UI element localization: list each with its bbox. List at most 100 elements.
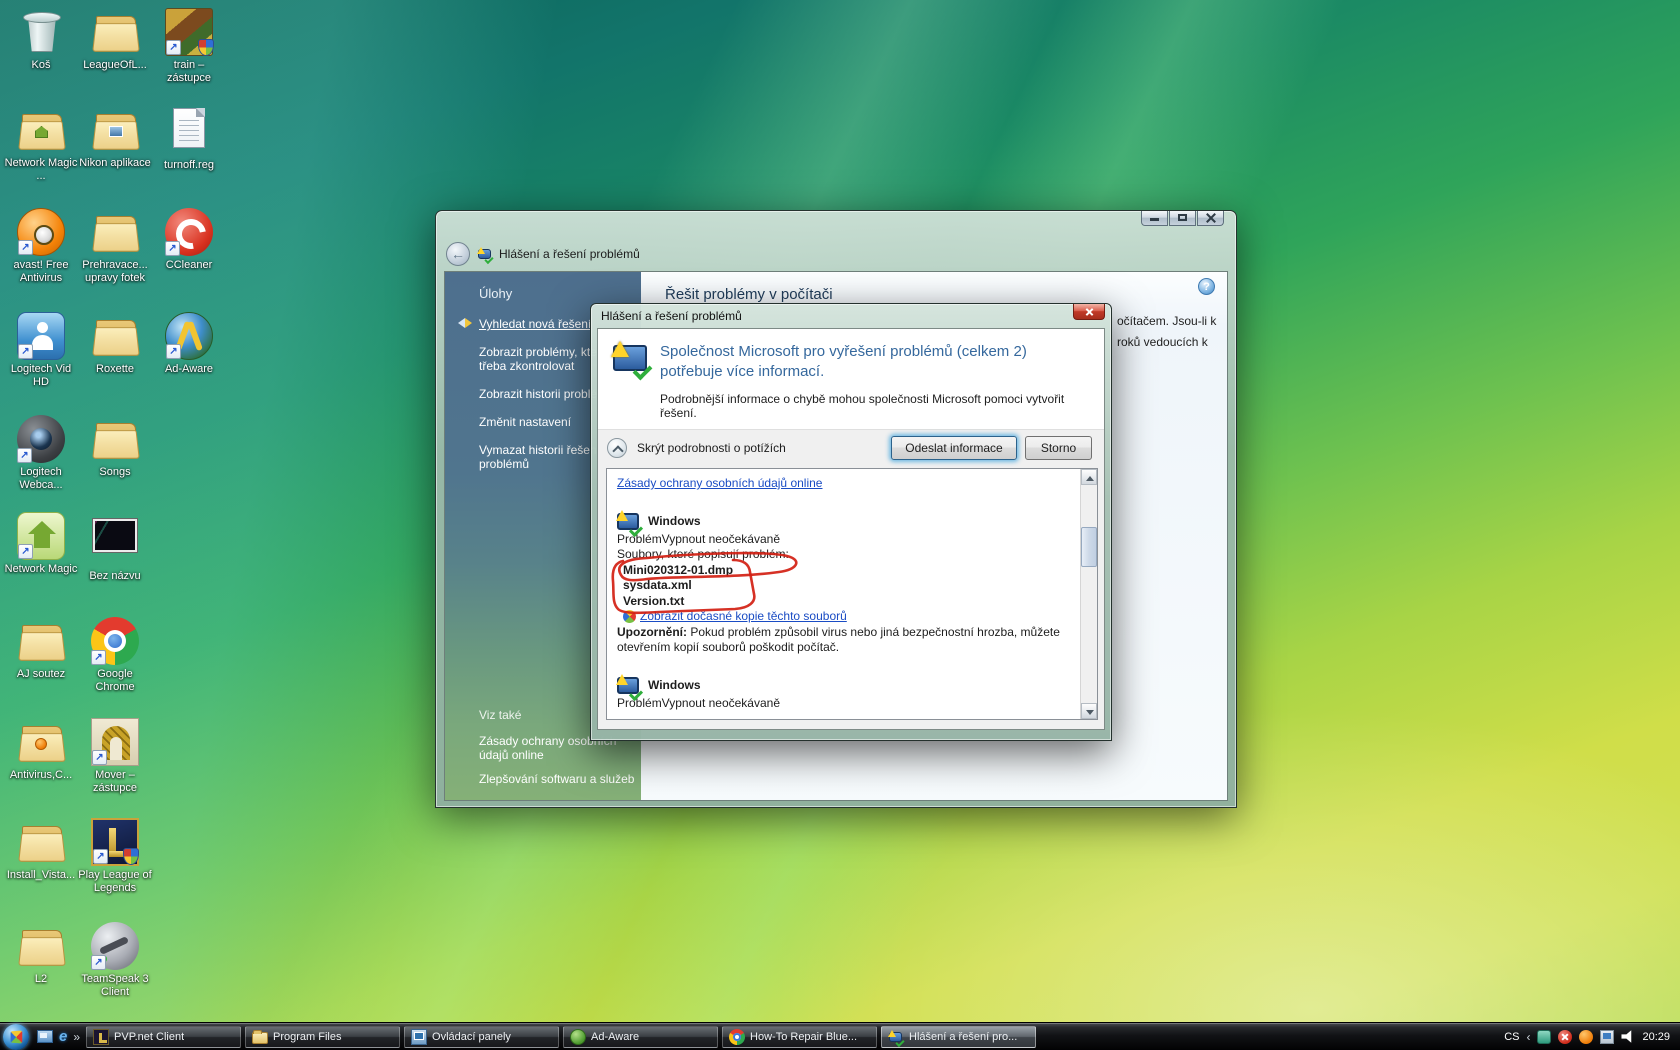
desktop-icon-install-vista[interactable]: Install_Vista... [4, 818, 78, 882]
sidebar-item-software-improvement[interactable]: Zlepšování softwaru a služeb [479, 772, 635, 786]
taskbar-button-control-panel[interactable]: Ovládací panely [404, 1026, 559, 1048]
scroll-up-button[interactable] [1081, 469, 1097, 485]
desktop-icon-nikon-aplikace[interactable]: Nikon aplikace [78, 106, 152, 170]
desktop-icon-google-chrome[interactable]: ↗ Google Chrome [78, 617, 152, 694]
desktop-icon-network-magic-folder[interactable]: Network Magic ... [4, 106, 78, 183]
privacy-policy-link[interactable]: Zásady ochrany osobních údajů online [617, 476, 822, 490]
desktop-icon-prehravace[interactable]: Prehravace... upravy fotek [78, 208, 152, 285]
overflow-chevron-icon[interactable]: » [73, 1030, 80, 1044]
collapse-details-label[interactable]: Skrýt podrobnosti o potížích [637, 441, 891, 455]
desktop-icon-train-shortcut[interactable]: ↗ train – zástupce [152, 8, 226, 85]
display-tray-icon[interactable] [1600, 1030, 1614, 1044]
desktop-icon-logitech-webcam[interactable]: ↗ Logitech Webca... [4, 415, 78, 492]
taskbar-button-ad-aware[interactable]: Ad-Aware [563, 1026, 718, 1048]
desktop-icon-mover[interactable]: ↗ Mover – zástupce [78, 718, 152, 795]
desktop-icon-antivirus-folder[interactable]: Antivirus,C... [4, 718, 78, 782]
control-panel-icon [411, 1029, 427, 1045]
desktop-icon-songs[interactable]: Songs [78, 415, 152, 479]
problem-details-panel: Zásady ochrany osobních údajů online Win… [606, 468, 1098, 720]
taskbar-button-program-files[interactable]: Program Files [245, 1026, 400, 1048]
folder-icon [17, 922, 65, 970]
red-x-tray-icon[interactable] [1558, 1030, 1572, 1044]
desktop-icon-turnoff-reg[interactable]: turnoff.reg [152, 106, 226, 172]
shortcut-arrow-icon: ↗ [91, 650, 106, 665]
desktop-icon-leagueofl[interactable]: LeagueOfL... [78, 8, 152, 72]
cancel-button[interactable]: Storno [1025, 436, 1092, 460]
desktop-icon-bez-nazvu[interactable]: Bez názvu [78, 512, 152, 583]
problem-app-name: Windows [648, 514, 701, 530]
chrome-icon: ↗ [91, 617, 139, 665]
maximize-icon [1178, 214, 1187, 221]
desktop-icon-logitech-vid[interactable]: ↗ Logitech Vid HD [4, 312, 78, 389]
help-icon[interactable]: ? [1198, 278, 1215, 295]
house-overlay-icon [35, 126, 48, 138]
minimize-button[interactable] [1141, 211, 1168, 226]
language-indicator[interactable]: CS [1504, 1031, 1519, 1043]
folder-icon [17, 818, 65, 866]
desktop-icon-teamspeak[interactable]: ↗ TeamSpeak 3 Client [78, 922, 152, 999]
view-temporary-copies-link[interactable]: Zobrazit dočasné kopie těchto souborů [640, 609, 847, 625]
send-information-button[interactable]: Odeslat informace [891, 436, 1017, 460]
problem-description: ProblémVypnout neočekávaně [617, 696, 1074, 712]
internet-explorer-icon[interactable]: e [59, 1028, 67, 1045]
clock[interactable]: 20:29 [1642, 1031, 1670, 1043]
problem-description: ProblémVypnout neočekávaně [617, 532, 1074, 548]
details-scrollbar[interactable] [1080, 469, 1097, 719]
paragraph-fragment: očítačem. Jsou-li k [1117, 314, 1216, 328]
window-title: Hlášení a řešení problémů [499, 247, 640, 261]
folder-icon [91, 312, 139, 360]
folder-icon [91, 208, 139, 256]
problem-app-name: Windows [648, 678, 701, 694]
warning-label: Upozornění: [617, 625, 687, 639]
train-app-icon: ↗ [165, 8, 213, 56]
mover-arch-icon: ↗ [91, 718, 139, 766]
desktop-icon-recycle-bin[interactable]: Koš [4, 8, 78, 72]
quick-launch: e » [37, 1028, 80, 1045]
problem-report-icon [617, 677, 639, 694]
webcam-icon: ↗ [17, 415, 65, 463]
maximize-button[interactable] [1169, 211, 1196, 226]
problem-file: Version.txt [623, 594, 1074, 610]
shortcut-arrow-icon: ↗ [18, 344, 33, 359]
dialog-close-button[interactable] [1073, 304, 1105, 320]
folder-icon [17, 106, 65, 154]
volume-tray-icon[interactable] [1621, 1030, 1635, 1044]
chrome-icon [729, 1029, 745, 1045]
document-icon [173, 108, 205, 148]
tray-expand-chevron[interactable]: ‹ [1526, 1030, 1530, 1044]
taskbar-button-problem-reports[interactable]: Hlášení a řešení pro... [881, 1026, 1036, 1048]
files-label: Soubory, které popisují problém: [617, 547, 1074, 563]
desktop-icon-ad-aware[interactable]: ↗ Ad-Aware [152, 312, 226, 376]
collapse-details-button[interactable] [607, 438, 627, 458]
taskbar-button-chrome-howto[interactable]: How-To Repair Blue... [722, 1026, 877, 1048]
desktop-icon-roxette[interactable]: Roxette [78, 312, 152, 376]
scrollbar-thumb[interactable] [1081, 527, 1097, 567]
photo-overlay-icon [109, 126, 123, 137]
shortcut-arrow-icon: ↗ [92, 750, 107, 765]
desktop-icon-play-lol[interactable]: ↗ Play League of Legends [78, 818, 152, 895]
network-magic-tray-icon[interactable] [1537, 1030, 1551, 1044]
desktop-icon-ccleaner[interactable]: ↗ CCleaner [152, 208, 226, 272]
desktop-icon-label: Koš [4, 59, 78, 72]
desktop-icon-avast[interactable]: ↗ avast! Free Antivirus [4, 208, 78, 285]
avast-overlay-icon [35, 738, 47, 750]
desktop-icon-l2[interactable]: L2 [4, 922, 78, 986]
window-caption[interactable] [444, 211, 1228, 237]
uac-shield-icon [198, 39, 214, 56]
scroll-down-button[interactable] [1081, 703, 1097, 719]
shortcut-arrow-icon: ↗ [17, 448, 32, 463]
start-button[interactable] [3, 1024, 29, 1050]
taskbar-button-pvpnet[interactable]: PVP.net Client [86, 1026, 241, 1048]
back-button[interactable]: ← [446, 242, 470, 266]
show-desktop-icon[interactable] [37, 1030, 53, 1043]
uac-shield-icon [123, 848, 139, 865]
desktop-icon-aj-soutez[interactable]: AJ soutez [4, 617, 78, 681]
problem-report-icon [889, 1032, 902, 1042]
shortcut-arrow-icon: ↗ [18, 544, 33, 559]
avast-tray-icon[interactable] [1579, 1030, 1593, 1044]
close-button[interactable] [1197, 211, 1224, 226]
ad-aware-globe-icon: ↗ [165, 312, 213, 360]
shortcut-arrow-icon: ↗ [165, 241, 180, 256]
dialog-caption[interactable]: Hlášení a řešení problémů [597, 304, 1105, 328]
desktop-icon-network-magic-app[interactable]: ↗ Network Magic [4, 512, 78, 576]
